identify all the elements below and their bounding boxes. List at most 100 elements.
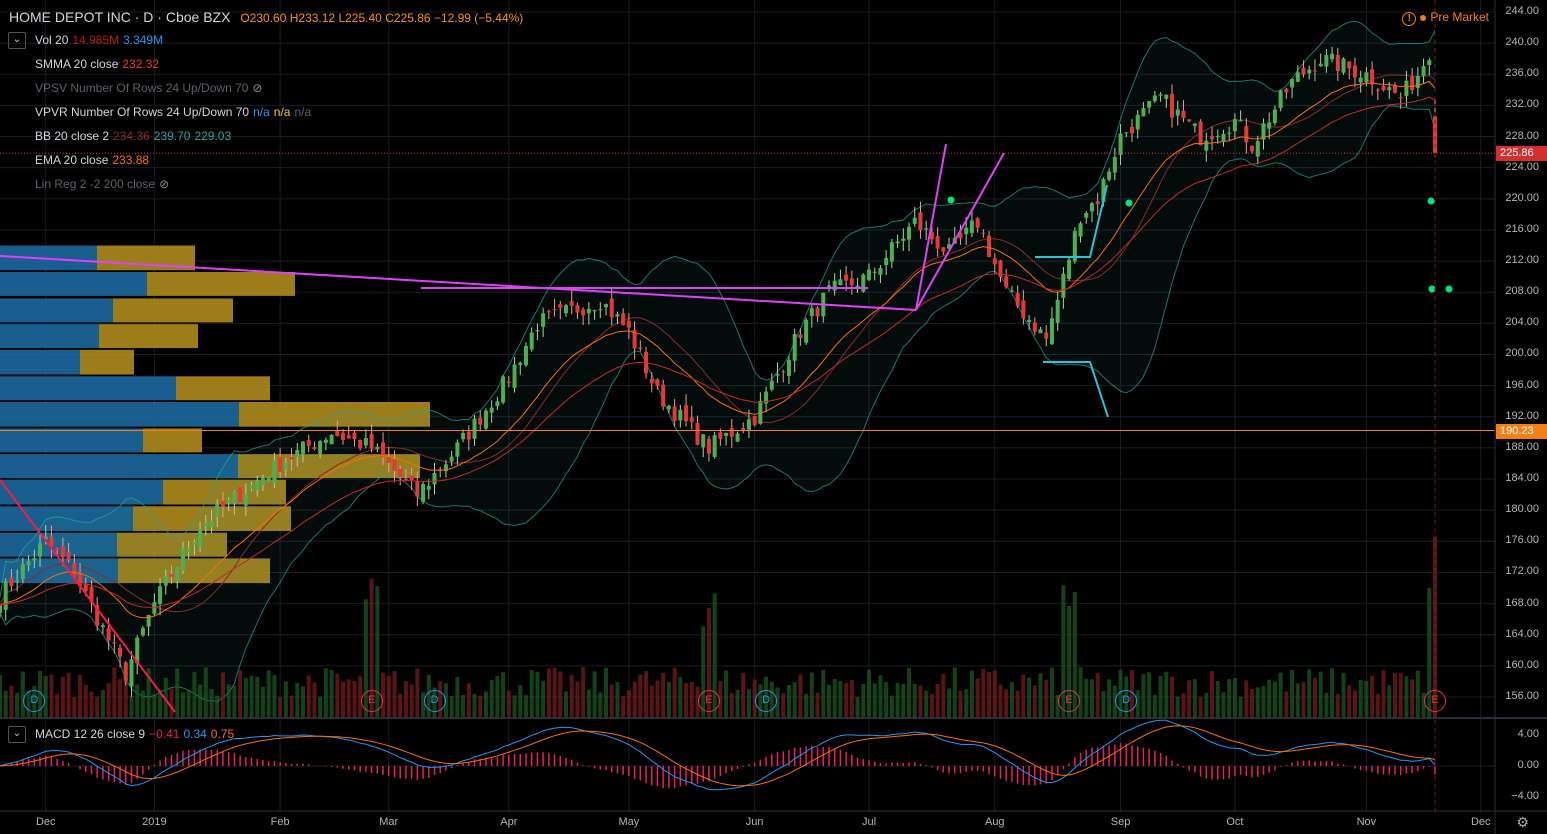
settings-gear-icon[interactable]: ⚙ bbox=[1516, 814, 1529, 831]
candle-body bbox=[1129, 126, 1134, 134]
candle-body bbox=[592, 310, 597, 312]
candle-body bbox=[638, 347, 643, 349]
volume-bar bbox=[295, 682, 300, 717]
volume-bar bbox=[1009, 682, 1014, 717]
dividend-marker[interactable]: D bbox=[423, 690, 446, 712]
volume-bar bbox=[232, 685, 237, 717]
legend-vpsv[interactable]: VPSV Number Of Rows 24 Up/Down 70 ⊘ bbox=[35, 81, 266, 95]
volume-bar bbox=[918, 685, 923, 717]
candle-body bbox=[329, 434, 334, 445]
earnings-marker[interactable]: E bbox=[697, 690, 720, 712]
volume-bar bbox=[884, 682, 889, 717]
candle-body bbox=[575, 305, 580, 313]
candle-body bbox=[1084, 212, 1089, 218]
candle-body bbox=[346, 435, 351, 439]
price-axis-label: 220.00 bbox=[1505, 191, 1539, 204]
candle-body bbox=[169, 574, 174, 577]
candle-body bbox=[1215, 136, 1220, 138]
volume-bar bbox=[809, 672, 814, 717]
time-axis-label: Dec bbox=[35, 816, 56, 828]
earnings-marker[interactable]: E bbox=[1424, 690, 1446, 712]
macd-axis-label: −4.00 bbox=[1511, 790, 1539, 802]
candle-body bbox=[712, 435, 717, 457]
candle-body bbox=[935, 236, 940, 249]
close-value: C225.86 bbox=[385, 11, 431, 25]
volume-bar bbox=[152, 694, 157, 717]
volume-bar bbox=[1021, 674, 1026, 717]
candle-body bbox=[1141, 108, 1146, 117]
volume-bar bbox=[1147, 672, 1152, 717]
volume-bar bbox=[861, 683, 866, 717]
price-axis-label: 168.00 bbox=[1505, 596, 1539, 609]
collapse-indicators-button[interactable]: ⌄ bbox=[8, 32, 26, 49]
candle-body bbox=[226, 499, 231, 503]
candle-body bbox=[3, 581, 8, 610]
price-axis-label: 236.00 bbox=[1505, 67, 1539, 80]
legend-linreg[interactable]: Lin Reg 2 -2 200 close ⊘ bbox=[35, 177, 173, 191]
candle-body bbox=[1164, 94, 1169, 99]
earnings-marker[interactable]: E bbox=[1058, 690, 1081, 712]
candle-body bbox=[449, 456, 454, 462]
volume-bar bbox=[964, 689, 969, 717]
volume-bar bbox=[1084, 678, 1089, 717]
price-axis-label: 184.00 bbox=[1505, 472, 1539, 485]
symbol-title: HOME DEPOT INC · D · Cboe BZX bbox=[9, 9, 231, 25]
volume-bar bbox=[1164, 671, 1169, 717]
volume-bar bbox=[203, 667, 208, 717]
candle-body bbox=[1267, 122, 1272, 129]
volume-bar bbox=[478, 695, 483, 717]
candle-body bbox=[1295, 72, 1300, 82]
candle-body bbox=[1221, 133, 1226, 142]
candle-body bbox=[175, 567, 180, 582]
candle-body bbox=[432, 472, 437, 485]
candle-body bbox=[878, 267, 883, 275]
candle-body bbox=[278, 456, 283, 472]
legend-ema[interactable]: EMA 20 close 233.88 bbox=[35, 153, 153, 167]
hidden-eye-icon[interactable]: ⊘ bbox=[252, 81, 262, 95]
dividend-marker[interactable]: D bbox=[1115, 690, 1138, 712]
legend-vpvr[interactable]: VPVR Number Of Rows 24 Up/Down 70 n/a n/a n… bbox=[35, 105, 315, 119]
candle-body bbox=[626, 320, 631, 328]
volume-bar bbox=[598, 692, 603, 717]
candle-body bbox=[1358, 77, 1363, 83]
macd-axis-label: 4.00 bbox=[1517, 728, 1539, 740]
legend-vol[interactable]: Vol 20 14.985M 3.349M bbox=[35, 33, 167, 47]
candle-body bbox=[1232, 119, 1237, 132]
candle-body bbox=[1009, 290, 1014, 292]
candle-body bbox=[1312, 70, 1317, 72]
candle-body bbox=[426, 485, 431, 490]
indicator-value: 233.88 bbox=[112, 153, 150, 167]
candle-body bbox=[1255, 140, 1260, 157]
dividend-marker[interactable]: D bbox=[23, 690, 46, 712]
symbol-header: HOME DEPOT INC · D · Cboe BZX O230.60 H2… bbox=[9, 9, 523, 25]
legend-smma[interactable]: SMMA 20 close 232.32 bbox=[35, 57, 163, 71]
candle-body bbox=[118, 647, 123, 657]
volume-bar bbox=[495, 676, 500, 717]
dividend-marker[interactable]: D bbox=[755, 690, 778, 712]
market-status[interactable]: ! Pre Market bbox=[1402, 10, 1489, 26]
hidden-eye-icon[interactable]: ⊘ bbox=[159, 177, 169, 191]
volume-bar bbox=[1215, 681, 1220, 717]
volume-bar bbox=[83, 684, 88, 717]
volume-bar bbox=[1049, 667, 1054, 717]
earnings-marker[interactable]: E bbox=[360, 690, 383, 712]
candle-body bbox=[369, 433, 374, 449]
volume-bar bbox=[1204, 692, 1209, 717]
volume-bar bbox=[169, 688, 174, 717]
candle-body bbox=[752, 416, 757, 426]
open-value: O230.60 bbox=[240, 11, 287, 25]
legend-bb[interactable]: BB 20 close 2 234.36 239.70 229.03 bbox=[35, 129, 235, 143]
vp-up-bar bbox=[0, 454, 238, 479]
volume-bar bbox=[9, 685, 14, 717]
legend-macd[interactable]: MACD 12 26 close 9 −0.41 0.34 0.75 bbox=[35, 727, 238, 741]
signal-dot bbox=[1125, 199, 1133, 207]
candle-body bbox=[220, 500, 225, 507]
candle-body bbox=[786, 359, 791, 376]
volume-bar bbox=[135, 684, 140, 717]
volume-bar bbox=[352, 680, 357, 717]
volume-bar bbox=[872, 683, 877, 717]
volume-bar bbox=[381, 672, 386, 717]
collapse-macd-button[interactable]: ⌄ bbox=[8, 726, 26, 743]
volume-bar bbox=[398, 694, 403, 717]
candle-body bbox=[1370, 69, 1375, 85]
